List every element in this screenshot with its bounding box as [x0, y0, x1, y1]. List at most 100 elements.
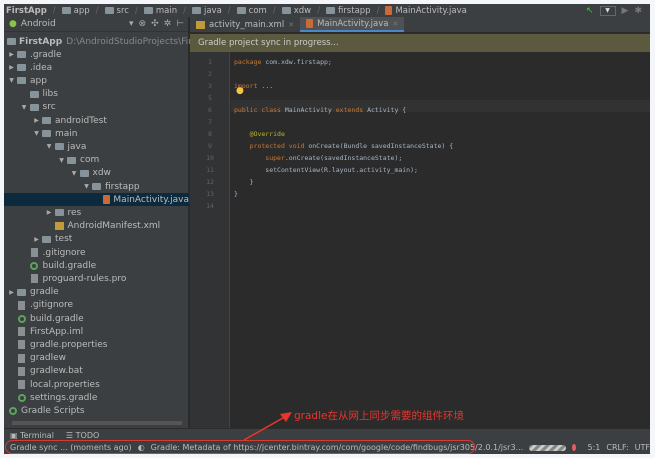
- tree-item[interactable]: gradle.properties: [4, 338, 189, 351]
- debug-icon[interactable]: ✱: [634, 6, 642, 16]
- collapse-icon[interactable]: ✣: [151, 19, 159, 29]
- gradle-icon: [16, 393, 27, 402]
- chevron-right-icon[interactable]: ▶: [7, 64, 16, 71]
- tree-item-label: build.gradle: [30, 313, 84, 324]
- lightbulb-icon[interactable]: ●: [236, 86, 244, 96]
- tree-item[interactable]: build.gradle: [4, 259, 189, 272]
- run-icon[interactable]: ▶: [622, 6, 629, 16]
- tree-item[interactable]: gradlew.bat: [4, 365, 189, 378]
- tree-item[interactable]: ▶ gradle: [4, 286, 189, 299]
- horizontal-scrollbar[interactable]: [12, 421, 182, 425]
- terminal-label: Terminal: [20, 430, 54, 440]
- tree-item[interactable]: ▶ test: [4, 233, 189, 246]
- cancel-icon[interactable]: [571, 444, 576, 451]
- project-view-selector[interactable]: ● Android ▾ ⊗ ✣ ✲ ⊢: [4, 17, 188, 32]
- tree-item[interactable]: .gitignore: [4, 299, 189, 312]
- caret-position[interactable]: 5:1: [588, 443, 601, 452]
- close-icon[interactable]: ✕: [392, 20, 398, 28]
- tab-activity-main-xml[interactable]: activity_main.xml ✕: [190, 17, 300, 32]
- close-icon[interactable]: ✕: [288, 21, 294, 29]
- tab-mainactivity-java[interactable]: MainActivity.java ✕: [300, 17, 405, 32]
- breadcrumb-item[interactable]: xdw: [281, 6, 311, 16]
- breadcrumb-separator: /: [317, 5, 320, 16]
- tree-item[interactable]: ▶ res: [4, 206, 189, 219]
- chevron-right-icon[interactable]: ▶: [32, 117, 41, 124]
- tree-item-label: .gitignore: [30, 300, 74, 311]
- tool-terminal[interactable]: ▣ Terminal: [10, 431, 54, 440]
- code-token: ...: [261, 82, 274, 90]
- breadcrumb-item[interactable]: firstapp: [325, 6, 371, 16]
- tree-item-label: app: [30, 75, 47, 86]
- tree-root[interactable]: FirstApp D:\AndroidStudioProjects\FirstA…: [4, 35, 218, 48]
- code-token: onCreate(Bundle savedInstanceState) {: [308, 142, 454, 150]
- tree-item-label: FirstApp.iml: [30, 326, 84, 337]
- encoding[interactable]: UTF: [635, 443, 650, 452]
- folder-icon: [281, 7, 291, 14]
- breadcrumb-item[interactable]: com: [236, 6, 267, 16]
- tree-item[interactable]: ▶ .idea: [4, 61, 189, 74]
- tree-item[interactable]: proguard-rules.pro: [4, 272, 189, 285]
- dropdown-icon[interactable]: ▾: [129, 19, 134, 29]
- tree-item[interactable]: MainActivity.java: [4, 193, 189, 207]
- chevron-down-icon[interactable]: ▼: [57, 157, 66, 164]
- tree-item[interactable]: ▼ src: [4, 101, 189, 114]
- project-name: FirstApp: [19, 36, 63, 47]
- android-icon: ●: [9, 19, 17, 29]
- chevron-down-icon[interactable]: ▼: [20, 104, 29, 111]
- tree-item[interactable]: ▼ main: [4, 127, 189, 140]
- breadcrumb-label: main: [155, 5, 178, 16]
- tool-todo[interactable]: ☰ TODO: [66, 431, 99, 440]
- tree-item-label: .idea: [30, 62, 53, 73]
- tree-item[interactable]: ▼ java: [4, 140, 189, 153]
- chevron-down-icon[interactable]: ▼: [32, 130, 41, 137]
- config-dropdown[interactable]: ▼: [599, 5, 616, 16]
- hammer-icon[interactable]: ↖: [586, 6, 594, 16]
- code-line: @Override: [234, 130, 285, 138]
- tree-item-label: MainActivity.java: [113, 194, 189, 205]
- line-separator[interactable]: CRLF:: [606, 443, 628, 452]
- sync-icon[interactable]: ⊗: [139, 19, 147, 29]
- breadcrumb-item[interactable]: MainActivity.java: [385, 5, 467, 16]
- chevron-right-icon[interactable]: ▶: [32, 236, 41, 243]
- folder-icon: [66, 156, 77, 164]
- code-editor[interactable]: 1 2 3 5 6 7 8 9 10 11 12 13 14 package com.xdw.first…: [190, 52, 650, 428]
- chevron-right-icon[interactable]: ▶: [7, 51, 16, 58]
- chevron-down-icon[interactable]: ▼: [45, 143, 54, 150]
- code-line: protected void onCreate(Bundle savedInst…: [234, 142, 454, 150]
- tree-item[interactable]: ▼ com: [4, 154, 189, 167]
- line-number: 12: [206, 178, 214, 186]
- chevron-down-icon[interactable]: ▼: [7, 77, 16, 84]
- project-panel: ● Android ▾ ⊗ ✣ ✲ ⊢ FirstApp D:\AndroidStudi…: [4, 17, 218, 428]
- gear-icon[interactable]: ✲: [164, 19, 172, 29]
- tree-item[interactable]: ▶ .gradle: [4, 48, 189, 61]
- breadcrumb-label: java: [203, 5, 222, 16]
- tree-item[interactable]: ▶ androidTest: [4, 114, 189, 127]
- tree-item[interactable]: FirstApp.iml: [4, 325, 189, 338]
- chevron-down-icon[interactable]: ▼: [70, 170, 79, 177]
- folder-icon: [143, 7, 153, 14]
- file-icon: [16, 353, 27, 363]
- breadcrumb-item[interactable]: main: [143, 5, 178, 16]
- tree-item[interactable]: AndroidManifest.xml: [4, 220, 189, 233]
- breadcrumb-item[interactable]: FirstApp: [6, 6, 47, 16]
- tree-item[interactable]: local.properties: [4, 378, 189, 391]
- breadcrumb-item[interactable]: src: [104, 6, 129, 16]
- chevron-right-icon[interactable]: ▶: [7, 289, 16, 296]
- file-icon: [29, 248, 40, 257]
- tree-item[interactable]: ▼ xdw: [4, 167, 189, 180]
- hide-icon[interactable]: ⊢: [176, 19, 184, 29]
- tree-item[interactable]: build.gradle: [4, 312, 189, 325]
- chevron-right-icon[interactable]: ▶: [45, 209, 54, 216]
- tree-item[interactable]: settings.gradle: [4, 391, 189, 404]
- breadcrumb-item[interactable]: java: [191, 5, 222, 16]
- tree-item[interactable]: libs: [4, 88, 189, 101]
- tree-item-label: src: [42, 102, 56, 113]
- tree-item[interactable]: ▼ app: [4, 74, 189, 87]
- breadcrumb-item[interactable]: app: [61, 6, 90, 16]
- chevron-down-icon[interactable]: ▼: [82, 183, 91, 190]
- tree-item[interactable]: ▼ firstapp: [4, 180, 189, 193]
- breadcrumb-label: MainActivity.java: [395, 5, 467, 16]
- tree-item[interactable]: gradlew: [4, 352, 189, 365]
- tree-item[interactable]: Gradle Scripts: [4, 404, 189, 417]
- tree-item[interactable]: .gitignore: [4, 246, 189, 259]
